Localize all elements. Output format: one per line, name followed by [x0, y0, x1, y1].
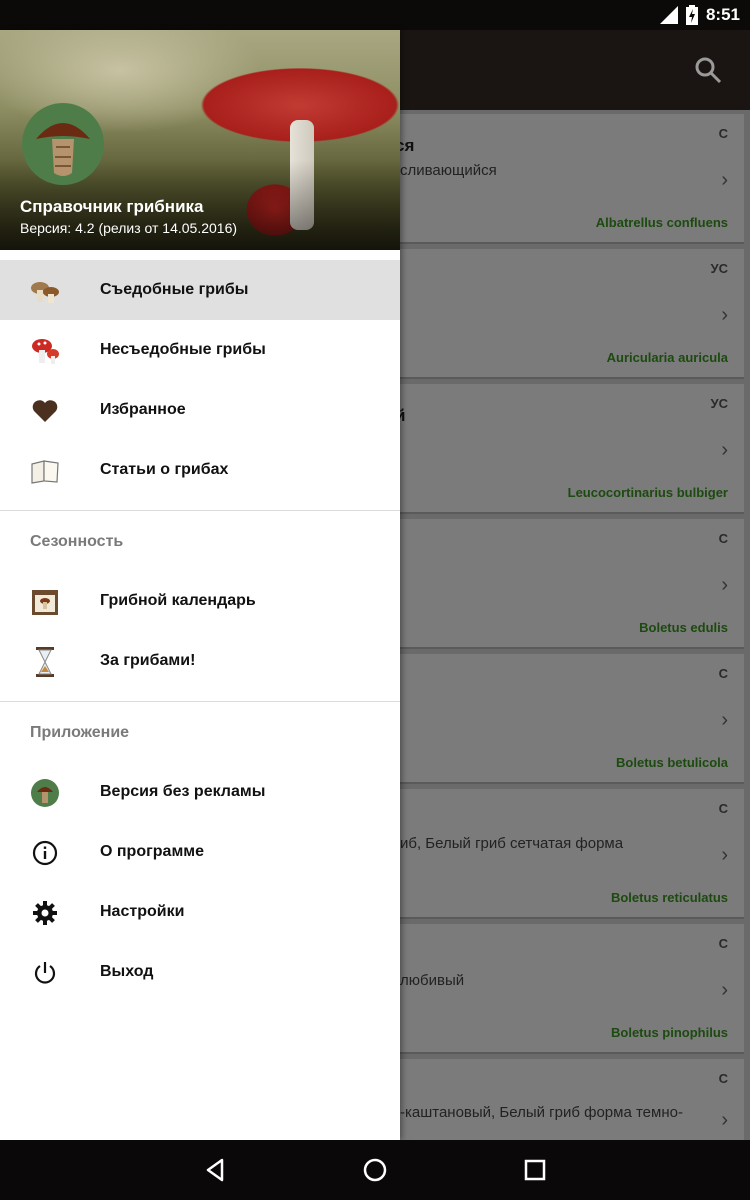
edible-mushroom-icon	[30, 276, 60, 306]
menu-item-exit[interactable]: Выход	[0, 942, 400, 1002]
mushroom-synonyms: сливающийся	[400, 162, 497, 179]
menu-item-label: Несъедобные грибы	[100, 341, 266, 358]
edibility-tag: УС	[710, 396, 728, 411]
info-icon	[30, 838, 60, 868]
latin-name: Leucocortinarius bulbiger	[567, 485, 728, 500]
chevron-right-icon: ›	[721, 169, 728, 191]
latin-name: Boletus reticulatus	[610, 890, 728, 905]
section-header-app: Приложение	[0, 702, 400, 762]
signal-icon	[659, 6, 678, 24]
app-version: Версия: 4.2 (релиз от 14.05.2016)	[20, 220, 238, 236]
mushroom-avatar-icon	[30, 778, 60, 808]
edibility-tag: С	[718, 1071, 728, 1086]
latin-name: Albatrellus confluens	[595, 215, 728, 230]
mushroom-synonyms: любивый	[400, 972, 465, 989]
clock: 8:51	[705, 5, 740, 24]
back-icon[interactable]	[200, 1155, 230, 1185]
edibility-tag: С	[718, 531, 728, 546]
menu-item-label: Съедобные грибы	[100, 281, 249, 298]
section-header-label: Приложение	[30, 724, 130, 741]
section-header-season: Сезонность	[0, 511, 400, 571]
menu-item-favorites[interactable]: Избранное	[0, 380, 400, 440]
power-icon	[30, 958, 60, 988]
latin-name: Boletus edulis	[639, 620, 728, 635]
menu-item-edible[interactable]: Съедобные грибы	[0, 260, 400, 320]
status-bar: 8:51	[0, 0, 750, 30]
menu-item-label: О программе	[100, 843, 205, 860]
section-header-label: Сезонность	[30, 533, 124, 550]
latin-name: Auricularia auricula	[606, 350, 728, 365]
menu-item-label: Настройки	[100, 903, 185, 920]
mushroom-synonyms: -каштановый, Белый гриб форма темно-	[400, 1104, 683, 1121]
edibility-tag: С	[718, 801, 728, 816]
chevron-right-icon: ›	[721, 439, 728, 461]
menu-item-label: Грибной календарь	[100, 592, 256, 609]
chevron-right-icon: ›	[721, 304, 728, 326]
chevron-right-icon: ›	[721, 844, 728, 866]
home-icon[interactable]	[360, 1155, 390, 1185]
drawer-menu: Съедобные грибы Несъедобные грибы Избран…	[0, 260, 400, 1002]
book-icon	[30, 456, 60, 486]
menu-item-label: Статьи о грибах	[100, 461, 229, 478]
system-nav-bar	[0, 1140, 750, 1200]
menu-item-articles[interactable]: Статьи о грибах	[0, 440, 400, 500]
edibility-tag: С	[718, 666, 728, 681]
chevron-right-icon: ›	[721, 709, 728, 731]
menu-item-label: Версия без рекламы	[100, 783, 266, 800]
menu-item-no-ads[interactable]: Версия без рекламы	[0, 762, 400, 822]
menu-item-label: Выход	[100, 963, 154, 980]
latin-name: Boletus betulicola	[616, 755, 728, 770]
search-icon[interactable]	[694, 56, 722, 84]
mushroom-synonyms: иб, Белый гриб сетчатая форма	[400, 835, 624, 852]
app-title: Справочник грибника	[20, 197, 204, 216]
heart-icon	[30, 396, 60, 426]
menu-item-calendar[interactable]: Грибной календарь	[0, 571, 400, 631]
mushroom-avatar-icon	[36, 123, 90, 176]
hourglass-icon	[30, 647, 60, 677]
gear-icon	[30, 898, 60, 928]
drawer-header: Справочник грибника Версия: 4.2 (релиз о…	[0, 30, 400, 250]
edibility-tag: С	[718, 936, 728, 951]
latin-name: Boletus pinophilus	[611, 1025, 728, 1040]
inedible-mushroom-icon	[30, 336, 60, 366]
menu-item-about[interactable]: О программе	[0, 822, 400, 882]
menu-item-inedible[interactable]: Несъедобные грибы	[0, 320, 400, 380]
app-avatar	[22, 103, 104, 185]
chevron-right-icon: ›	[721, 1109, 728, 1131]
calendar-icon	[30, 587, 60, 617]
menu-item-go-mushrooming[interactable]: За грибами!	[0, 631, 400, 691]
battery-charging-icon	[685, 5, 698, 25]
chevron-right-icon: ›	[721, 979, 728, 1001]
menu-item-label: Избранное	[100, 401, 186, 418]
edibility-tag: УС	[710, 261, 728, 276]
navigation-drawer: Справочник грибника Версия: 4.2 (релиз о…	[0, 30, 400, 1140]
edibility-tag: С	[718, 126, 728, 141]
menu-item-label: За грибами!	[100, 652, 196, 669]
recents-icon[interactable]	[520, 1155, 550, 1185]
menu-item-settings[interactable]: Настройки	[0, 882, 400, 942]
chevron-right-icon: ›	[721, 574, 728, 596]
